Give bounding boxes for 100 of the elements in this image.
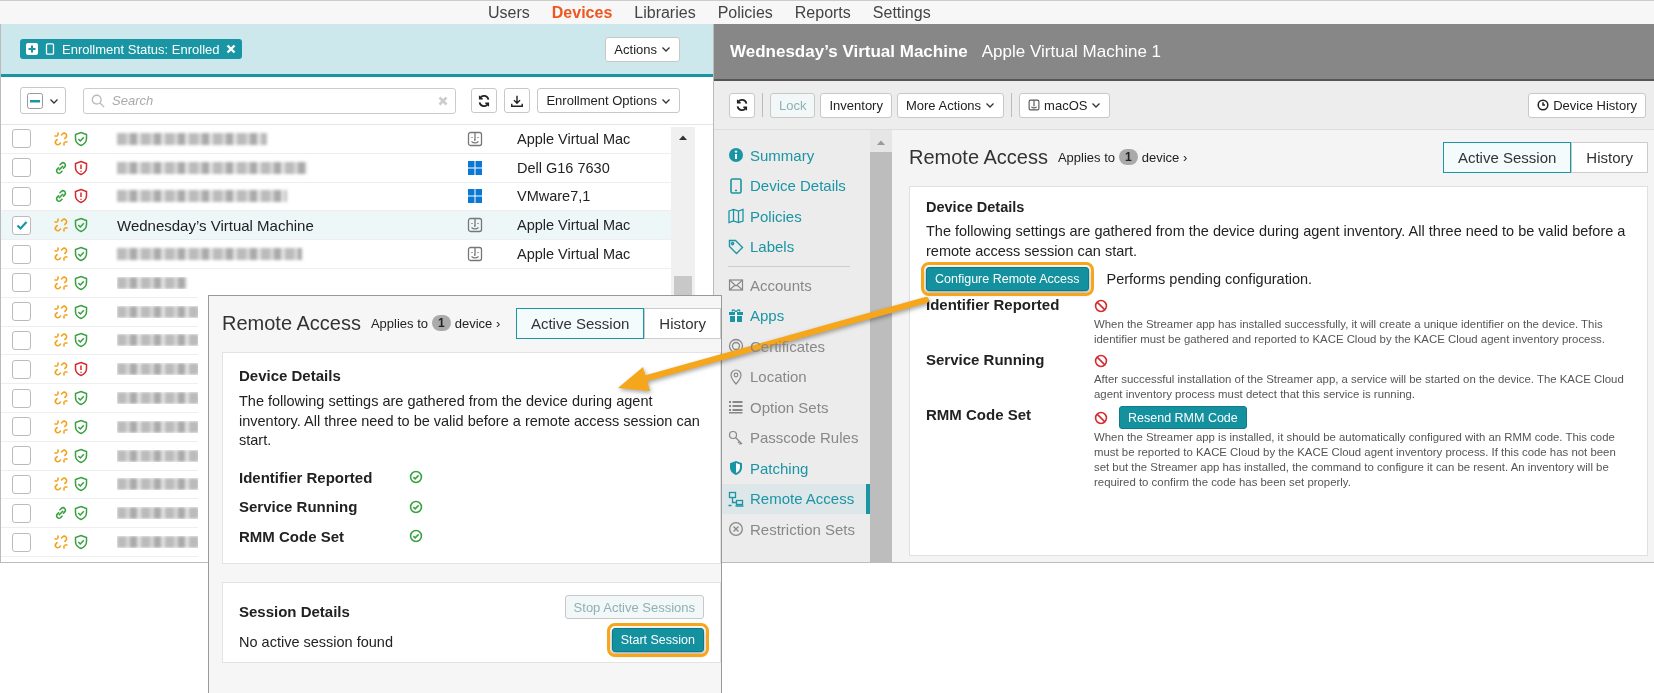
- tag-icon: [728, 238, 744, 255]
- nav-link[interactable]: Libraries: [634, 3, 696, 22]
- device-row[interactable]: Dell G16 7630: [1, 153, 671, 183]
- caret-icon: [1091, 100, 1102, 110]
- resend-rmm-code-button[interactable]: Resend RMM Code: [1119, 406, 1247, 429]
- toolbar-button[interactable]: Inventory: [820, 92, 892, 118]
- check-label: Identifier Reported: [926, 296, 1061, 315]
- refresh-button[interactable]: [471, 88, 498, 113]
- nav-link[interactable]: Settings: [872, 3, 931, 22]
- configure-note: Performs pending configuration.: [1106, 271, 1313, 287]
- device-row[interactable]: Apple Virtual Mac: [1, 240, 671, 269]
- device-model: Apple Virtual Mac: [517, 217, 631, 234]
- device-count-badge: 1: [432, 315, 451, 331]
- map-icon: [728, 208, 744, 225]
- row-checkbox[interactable]: [12, 187, 31, 206]
- description-text: The following settings are gathered from the device during agent inventory. All three need to be valid before a remote access session can start.: [239, 392, 701, 450]
- device-model: VMware7,1: [517, 188, 591, 205]
- caret-icon: [985, 100, 996, 110]
- actions-button[interactable]: Actions: [605, 36, 680, 62]
- applies-label: Applies to: [1057, 149, 1116, 165]
- search-field[interactable]: Search: [83, 87, 457, 114]
- device-row[interactable]: Wednesday’s Virtual Machine Apple Virtual Mac: [1, 211, 671, 241]
- device-subtitle: Apple Virtual Machine 1: [981, 41, 1162, 62]
- envelope-icon: [728, 277, 744, 294]
- applies-label: Applies to: [370, 315, 429, 331]
- tab[interactable]: Active Session: [1442, 141, 1572, 173]
- check-label: RMM Code Set: [926, 406, 1032, 425]
- filter-chip[interactable]: Enrollment Status: Enrolled: [20, 39, 242, 59]
- row-checkbox[interactable]: [12, 158, 31, 178]
- session-message: No active session found: [239, 634, 393, 650]
- minus-checkbox-icon: [27, 92, 43, 109]
- refresh-icon: [477, 93, 492, 108]
- device-model: Apple Virtual Mac: [517, 130, 631, 147]
- tablet-icon: [44, 43, 56, 55]
- download-button[interactable]: [504, 88, 531, 113]
- device-title: Wednesday’s Virtual Machine: [730, 41, 968, 62]
- row-checkbox[interactable]: [12, 474, 31, 494]
- device-row[interactable]: Apple Virtual Mac: [1, 125, 671, 154]
- more-actions-button[interactable]: More Actions: [896, 92, 1005, 118]
- nav-link[interactable]: Reports: [794, 3, 851, 22]
- scrollbar[interactable]: [870, 130, 892, 562]
- row-checkbox[interactable]: [12, 503, 31, 523]
- check-label: Service Running: [926, 351, 1046, 370]
- nav-link[interactable]: Users: [488, 3, 530, 22]
- row-checkbox[interactable]: [12, 215, 31, 235]
- download-icon: [510, 93, 525, 108]
- tab[interactable]: Active Session: [515, 307, 645, 339]
- section-title: Remote Access: [222, 311, 361, 335]
- clear-icon[interactable]: [438, 95, 449, 106]
- device-model: Apple Virtual Mac: [517, 246, 631, 263]
- network-icon: [728, 490, 744, 507]
- refresh-icon: [735, 98, 749, 112]
- row-checkbox[interactable]: [12, 532, 31, 552]
- device-link[interactable]: device ›: [454, 315, 501, 331]
- row-checkbox[interactable]: [12, 417, 31, 437]
- os-dropdown[interactable]: macOS: [1019, 92, 1111, 118]
- search-icon: [91, 93, 105, 108]
- tablet-icon: [728, 177, 744, 194]
- row-checkbox[interactable]: [12, 273, 31, 293]
- row-checkbox[interactable]: [12, 244, 31, 264]
- row-checkbox[interactable]: [12, 388, 31, 408]
- row-checkbox[interactable]: [12, 330, 31, 350]
- refresh-button[interactable]: [729, 92, 755, 118]
- device-model: Dell G16 7630: [517, 159, 610, 176]
- row-checkbox[interactable]: [12, 359, 31, 379]
- close-icon[interactable]: [225, 44, 236, 54]
- blurred-text: [117, 276, 187, 289]
- shield-icon: [728, 460, 744, 477]
- pin-icon: [728, 368, 744, 385]
- tab[interactable]: History: [644, 307, 721, 339]
- key-icon: [728, 429, 744, 446]
- device-history-button[interactable]: Device History: [1528, 92, 1646, 118]
- description-text: The following settings are gathered from the device during agent inventory. All three need to be valid before a remote access session can start.: [926, 222, 1627, 261]
- check-label: Service Running: [239, 498, 359, 516]
- filter-chip-label: Enrollment Status: Enrolled: [62, 41, 220, 57]
- plus-icon: [26, 43, 38, 55]
- select-all-dropdown[interactable]: [20, 87, 66, 114]
- check-note: When the Streamer app is installed, it should be automatically configured with an RMM code. This code must be reported to KACE Cloud by the KACE Cloud agent inventory process. If this code has not been set but the Streamer app has installed, the command to configure it can be resent. An inventory will be required to confirm the code has been set properly.: [1094, 430, 1617, 490]
- check-note: When the Streamer app has installed successfully, it will create a unique identifier on the device. This identifier must be gathered and reported to KACE Cloud by the KACE Cloud agent inventory process.: [1094, 317, 1606, 347]
- row-checkbox[interactable]: [12, 302, 31, 322]
- card-title: Device Details: [239, 367, 342, 384]
- box-icon: [728, 307, 744, 324]
- nav-link[interactable]: Policies: [717, 3, 773, 22]
- card-title: Device Details: [926, 199, 1026, 215]
- check-label: RMM Code Set: [239, 527, 345, 545]
- scroll-up-icon[interactable]: [678, 133, 688, 143]
- x-circle-icon: [728, 521, 744, 538]
- checkmark-icon: [14, 218, 29, 233]
- check-label: Identifier Reported: [239, 468, 374, 486]
- card-title: Session Details: [239, 603, 351, 620]
- section-title: Remote Access: [909, 145, 1048, 169]
- device-count-badge: 1: [1119, 149, 1138, 165]
- tab[interactable]: History: [1571, 141, 1648, 173]
- row-checkbox[interactable]: [12, 446, 31, 466]
- enrollment-options-button[interactable]: Enrollment Options: [537, 88, 680, 113]
- check-note: After successful installation of the Streamer app, a service will be started on the device. The KACE Cloud agent inventory process must detect that this service is running.: [1094, 372, 1625, 402]
- device-link[interactable]: device ›: [1141, 149, 1188, 165]
- row-checkbox[interactable]: [12, 129, 31, 149]
- clock-icon: [1537, 99, 1550, 111]
- info-icon: [728, 147, 744, 164]
